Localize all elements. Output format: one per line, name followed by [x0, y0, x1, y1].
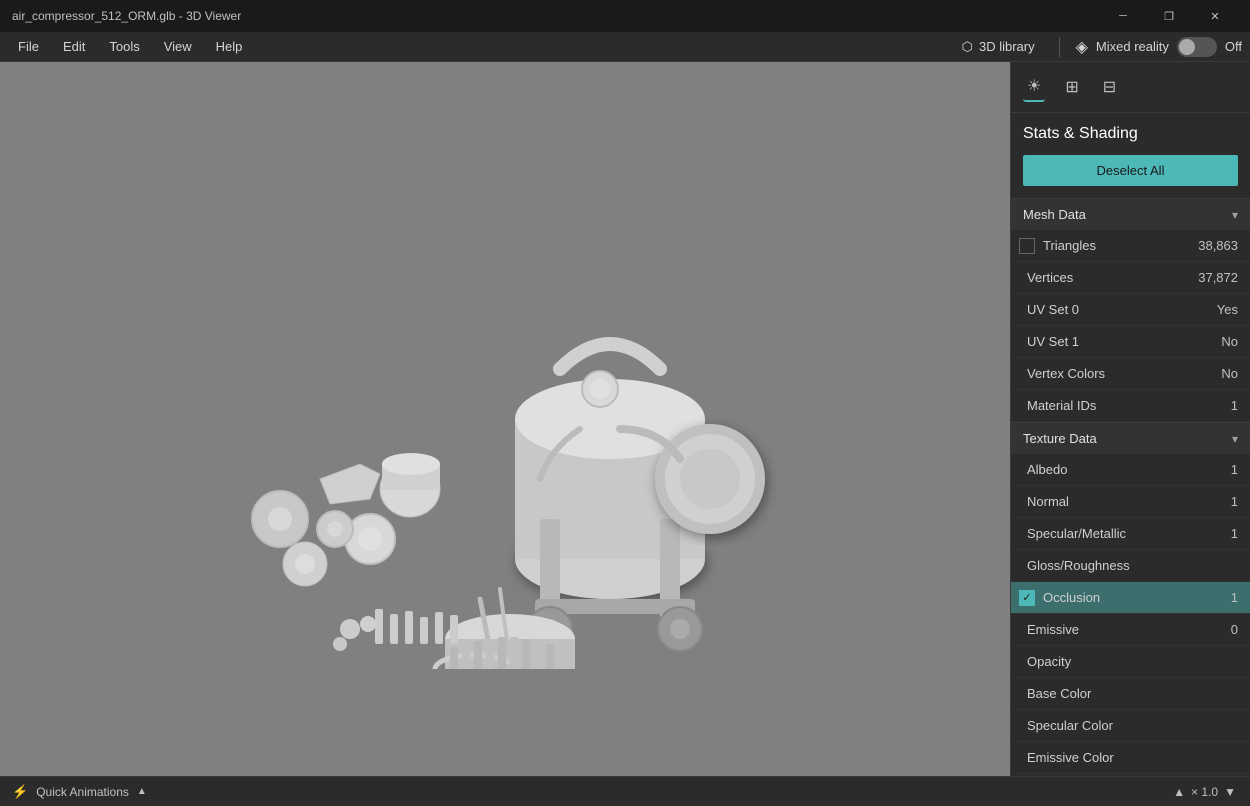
texture-data-title: Texture Data [1023, 431, 1097, 446]
table-row: Vertices 37,872 [1011, 262, 1250, 294]
menu-edit[interactable]: Edit [53, 35, 95, 58]
row-value: 1 [1231, 462, 1238, 477]
table-row: Specular Color [1011, 710, 1250, 742]
grid-icon[interactable]: ⊞ [1061, 73, 1082, 101]
table-row: Opacity [1011, 646, 1250, 678]
triangles-checkbox[interactable] [1019, 238, 1035, 254]
table-row: Specular/Metallic 1 [1011, 518, 1250, 550]
row-label: Specular/Metallic [1027, 526, 1231, 541]
titlebar-title: air_compressor_512_ORM.glb - 3D Viewer [12, 9, 1100, 23]
minimize-button[interactable]: ─ [1100, 0, 1146, 32]
table-row: Emissive 0 [1011, 614, 1250, 646]
model-container [120, 169, 820, 669]
bottom-bar: ⚡ Quick Animations ▲ ▲ × 1.0 ▼ [0, 776, 1250, 806]
table-row[interactable]: Occlusion 1 [1011, 582, 1250, 614]
mixed-reality-icon: ◈ [1076, 37, 1088, 57]
menubar-right: ⬡ 3D library ◈ Mixed reality Off [954, 35, 1242, 59]
row-label: Gloss/Roughness [1027, 558, 1238, 573]
row-label: UV Set 0 [1027, 302, 1217, 317]
mixed-reality-label: Mixed reality [1096, 39, 1169, 54]
row-label: Occlusion [1043, 590, 1231, 605]
row-value: No [1221, 334, 1238, 349]
titlebar-controls: ─ ❐ ✕ [1100, 0, 1238, 32]
menu-view[interactable]: View [154, 35, 202, 58]
mixed-reality-control: ◈ Mixed reality Off [1076, 37, 1242, 57]
row-label: UV Set 1 [1027, 334, 1221, 349]
row-value: 38,863 [1198, 238, 1238, 253]
close-button[interactable]: ✕ [1192, 0, 1238, 32]
row-value: 1 [1231, 398, 1238, 413]
zoom-up-arrow[interactable]: ▲ [1171, 785, 1187, 799]
row-value: 1 [1231, 526, 1238, 541]
right-panel: ☀ ⊞ ⊟ Stats & Shading Deselect All Mesh … [1010, 62, 1250, 776]
row-label: Base Color [1027, 686, 1238, 701]
library-icon: ⬡ [962, 39, 973, 55]
mixed-reality-toggle[interactable] [1177, 37, 1217, 57]
table-row: Normal 1 [1011, 486, 1250, 518]
row-value: 1 [1231, 494, 1238, 509]
mesh-data-header[interactable]: Mesh Data ▾ [1011, 198, 1250, 230]
apps-icon[interactable]: ⊟ [1099, 73, 1120, 101]
row-label: Specular Color [1027, 718, 1238, 733]
row-label: Vertex Colors [1027, 366, 1221, 381]
table-row: UV Set 1 No [1011, 326, 1250, 358]
menu-file[interactable]: File [8, 35, 49, 58]
texture-data-chevron: ▾ [1232, 432, 1238, 446]
table-row: Material IDs 1 [1011, 390, 1250, 422]
texture-data-header[interactable]: Texture Data ▾ [1011, 422, 1250, 454]
library-button[interactable]: ⬡ 3D library [954, 35, 1043, 59]
mesh-data-chevron: ▾ [1232, 208, 1238, 222]
menu-tools[interactable]: Tools [99, 35, 149, 58]
row-label: Emissive Color [1027, 750, 1238, 765]
panel-title: Stats & Shading [1011, 113, 1250, 151]
occlusion-checkbox[interactable] [1019, 590, 1035, 606]
row-label: Emissive [1027, 622, 1231, 637]
row-label: Albedo [1027, 462, 1231, 477]
table-row[interactable]: Triangles 38,863 [1011, 230, 1250, 262]
table-row: Base Color [1011, 678, 1250, 710]
model-svg [120, 169, 820, 669]
table-row: Vertex Colors No [1011, 358, 1250, 390]
sun-icon[interactable]: ☀ [1023, 72, 1045, 102]
mixed-reality-state: Off [1225, 39, 1242, 54]
row-value: Yes [1217, 302, 1238, 317]
library-label: 3D library [979, 39, 1035, 54]
restore-button[interactable]: ❐ [1146, 0, 1192, 32]
mesh-data-title: Mesh Data [1023, 207, 1086, 222]
zoom-value: × 1.0 [1191, 785, 1218, 799]
menubar-left: File Edit Tools View Help [8, 35, 252, 58]
mesh-data-rows: Triangles 38,863 Vertices 37,872 UV Set … [1011, 230, 1250, 422]
menu-help[interactable]: Help [206, 35, 253, 58]
table-row: Emissive Color [1011, 742, 1250, 774]
row-label: Opacity [1027, 654, 1238, 669]
chevron-up-icon: ▲ [137, 786, 147, 797]
table-row: UV Set 0 Yes [1011, 294, 1250, 326]
row-value: No [1221, 366, 1238, 381]
viewport[interactable] [0, 62, 1010, 776]
titlebar: air_compressor_512_ORM.glb - 3D Viewer ─… [0, 0, 1250, 32]
panel-toolbar: ☀ ⊞ ⊟ [1011, 62, 1250, 113]
zoom-down-arrow[interactable]: ▼ [1222, 785, 1238, 799]
row-label: Material IDs [1027, 398, 1231, 413]
deselect-all-button[interactable]: Deselect All [1023, 155, 1238, 186]
animations-icon: ⚡ [12, 784, 28, 800]
table-row: Albedo 1 [1011, 454, 1250, 486]
main-content: ☀ ⊞ ⊟ Stats & Shading Deselect All Mesh … [0, 62, 1250, 776]
separator [1059, 37, 1060, 57]
row-value: 37,872 [1198, 270, 1238, 285]
texture-data-rows: Albedo 1 Normal 1 Specular/Metallic 1 Gl… [1011, 454, 1250, 774]
table-row: Gloss/Roughness [1011, 550, 1250, 582]
zoom-control: ▲ × 1.0 ▼ [1171, 785, 1238, 799]
row-label: Vertices [1027, 270, 1198, 285]
row-label: Normal [1027, 494, 1231, 509]
row-label: Triangles [1043, 238, 1198, 253]
row-value: 1 [1231, 590, 1238, 605]
menubar: File Edit Tools View Help ⬡ 3D library ◈… [0, 32, 1250, 62]
row-value: 0 [1231, 622, 1238, 637]
quick-animations-button[interactable]: Quick Animations [36, 785, 129, 799]
toggle-knob [1179, 39, 1195, 55]
